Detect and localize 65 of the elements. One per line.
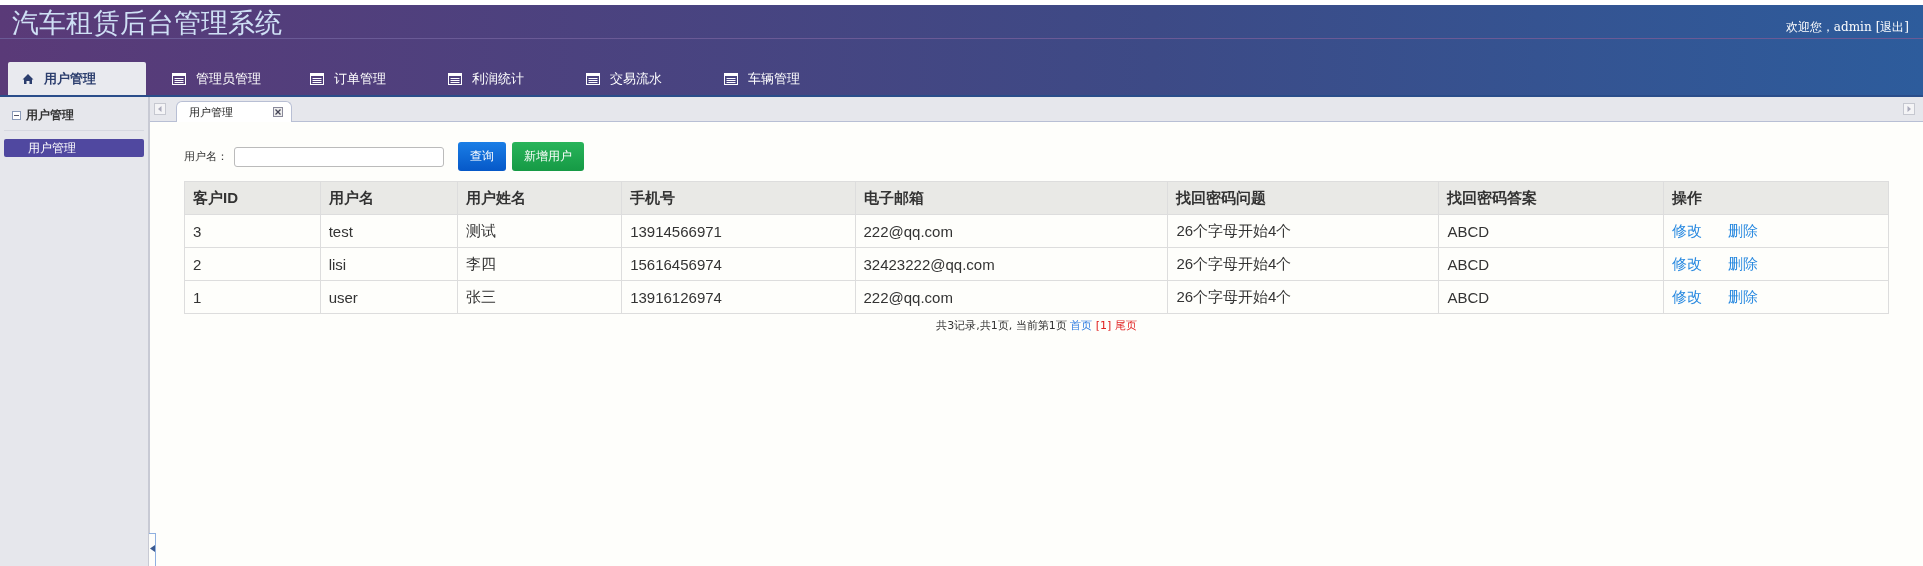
app-title: 汽车租赁后台管理系统 bbox=[11, 6, 282, 39]
table-cell: 222@qq.com bbox=[855, 214, 1168, 248]
column-header: 操作 bbox=[1663, 181, 1889, 215]
column-header: 电子邮箱 bbox=[855, 181, 1168, 215]
table-cell: 26个字母开始4个 bbox=[1167, 280, 1439, 314]
table-cell: 222@qq.com bbox=[855, 280, 1168, 314]
nav-tab[interactable]: 订单管理 bbox=[296, 62, 434, 95]
table-cell: ABCD bbox=[1438, 214, 1664, 248]
column-header: 客户ID bbox=[184, 181, 321, 215]
table-cell: 15616456974 bbox=[621, 247, 855, 281]
search-button[interactable]: 查询 bbox=[458, 142, 506, 171]
add-user-button[interactable]: 新增用户 bbox=[512, 142, 584, 171]
table-cell: test bbox=[320, 214, 458, 248]
logout-link[interactable]: [退出] bbox=[1875, 19, 1909, 36]
field-label: 用户名： bbox=[184, 149, 228, 164]
column-header: 用户姓名 bbox=[457, 181, 622, 215]
table-cell: lisi bbox=[320, 247, 458, 281]
tab-label: 用户管理 bbox=[189, 104, 233, 120]
table-cell: 李四 bbox=[457, 247, 622, 281]
delete-link[interactable]: 删除 bbox=[1728, 221, 1759, 239]
edit-link[interactable]: 修改 bbox=[1672, 287, 1703, 305]
list-icon bbox=[310, 72, 324, 85]
nav-tab[interactable]: 用户管理 bbox=[8, 62, 146, 95]
collapse-arrow-icon[interactable] bbox=[150, 545, 155, 552]
collapse-icon[interactable] bbox=[12, 111, 21, 120]
table-cell: ABCD bbox=[1438, 280, 1664, 314]
page-tab[interactable]: 用户管理 bbox=[176, 101, 292, 122]
close-icon[interactable] bbox=[273, 107, 283, 117]
table-cell: 测试 bbox=[457, 214, 622, 248]
list-icon bbox=[172, 72, 186, 85]
table-cell: user bbox=[320, 280, 458, 314]
column-header: 找回密码问题 bbox=[1167, 181, 1439, 215]
table-cell: ABCD bbox=[1438, 247, 1664, 281]
edit-link[interactable]: 修改 bbox=[1672, 221, 1703, 239]
table-cell: 张三 bbox=[457, 280, 622, 314]
delete-link[interactable]: 删除 bbox=[1728, 287, 1759, 305]
nav-tab[interactable]: 管理员管理 bbox=[158, 62, 296, 95]
home-icon bbox=[22, 72, 34, 85]
edit-link[interactable]: 修改 bbox=[1672, 254, 1703, 272]
page-number-link[interactable]: [1] bbox=[1095, 319, 1112, 332]
page-summary: 共3记录,共1页, 当前第1页 bbox=[936, 319, 1067, 332]
nav-tab[interactable]: 利润统计 bbox=[434, 62, 572, 95]
table-cell: 13914566971 bbox=[621, 214, 855, 248]
table-cell: 2 bbox=[184, 247, 321, 281]
table-cell: 32423222@qq.com bbox=[855, 247, 1168, 281]
table-cell: 3 bbox=[184, 214, 321, 248]
list-icon bbox=[724, 72, 738, 85]
table-cell: 13916126974 bbox=[621, 280, 855, 314]
last-page-link[interactable]: 尾页 bbox=[1114, 319, 1137, 332]
table-cell: 1 bbox=[184, 280, 321, 314]
nav-tab[interactable]: 车辆管理 bbox=[710, 62, 848, 95]
column-header: 手机号 bbox=[621, 181, 855, 215]
welcome-text: 欢迎您，admin bbox=[1785, 19, 1872, 36]
nav-tab[interactable]: 交易流水 bbox=[572, 62, 710, 95]
sidebar-item[interactable]: 用户管理 bbox=[4, 139, 144, 157]
table-cell: 26个字母开始4个 bbox=[1167, 214, 1439, 248]
table-cell: 26个字母开始4个 bbox=[1167, 247, 1439, 281]
list-icon bbox=[448, 72, 462, 85]
list-icon bbox=[586, 72, 600, 85]
username-field[interactable] bbox=[234, 146, 444, 167]
column-header: 用户名 bbox=[320, 181, 458, 215]
delete-link[interactable]: 删除 bbox=[1728, 254, 1759, 272]
column-header: 找回密码答案 bbox=[1438, 181, 1664, 215]
first-page-link[interactable]: 首页 bbox=[1070, 319, 1093, 332]
sidebar-section-title: 用户管理 bbox=[26, 107, 74, 124]
